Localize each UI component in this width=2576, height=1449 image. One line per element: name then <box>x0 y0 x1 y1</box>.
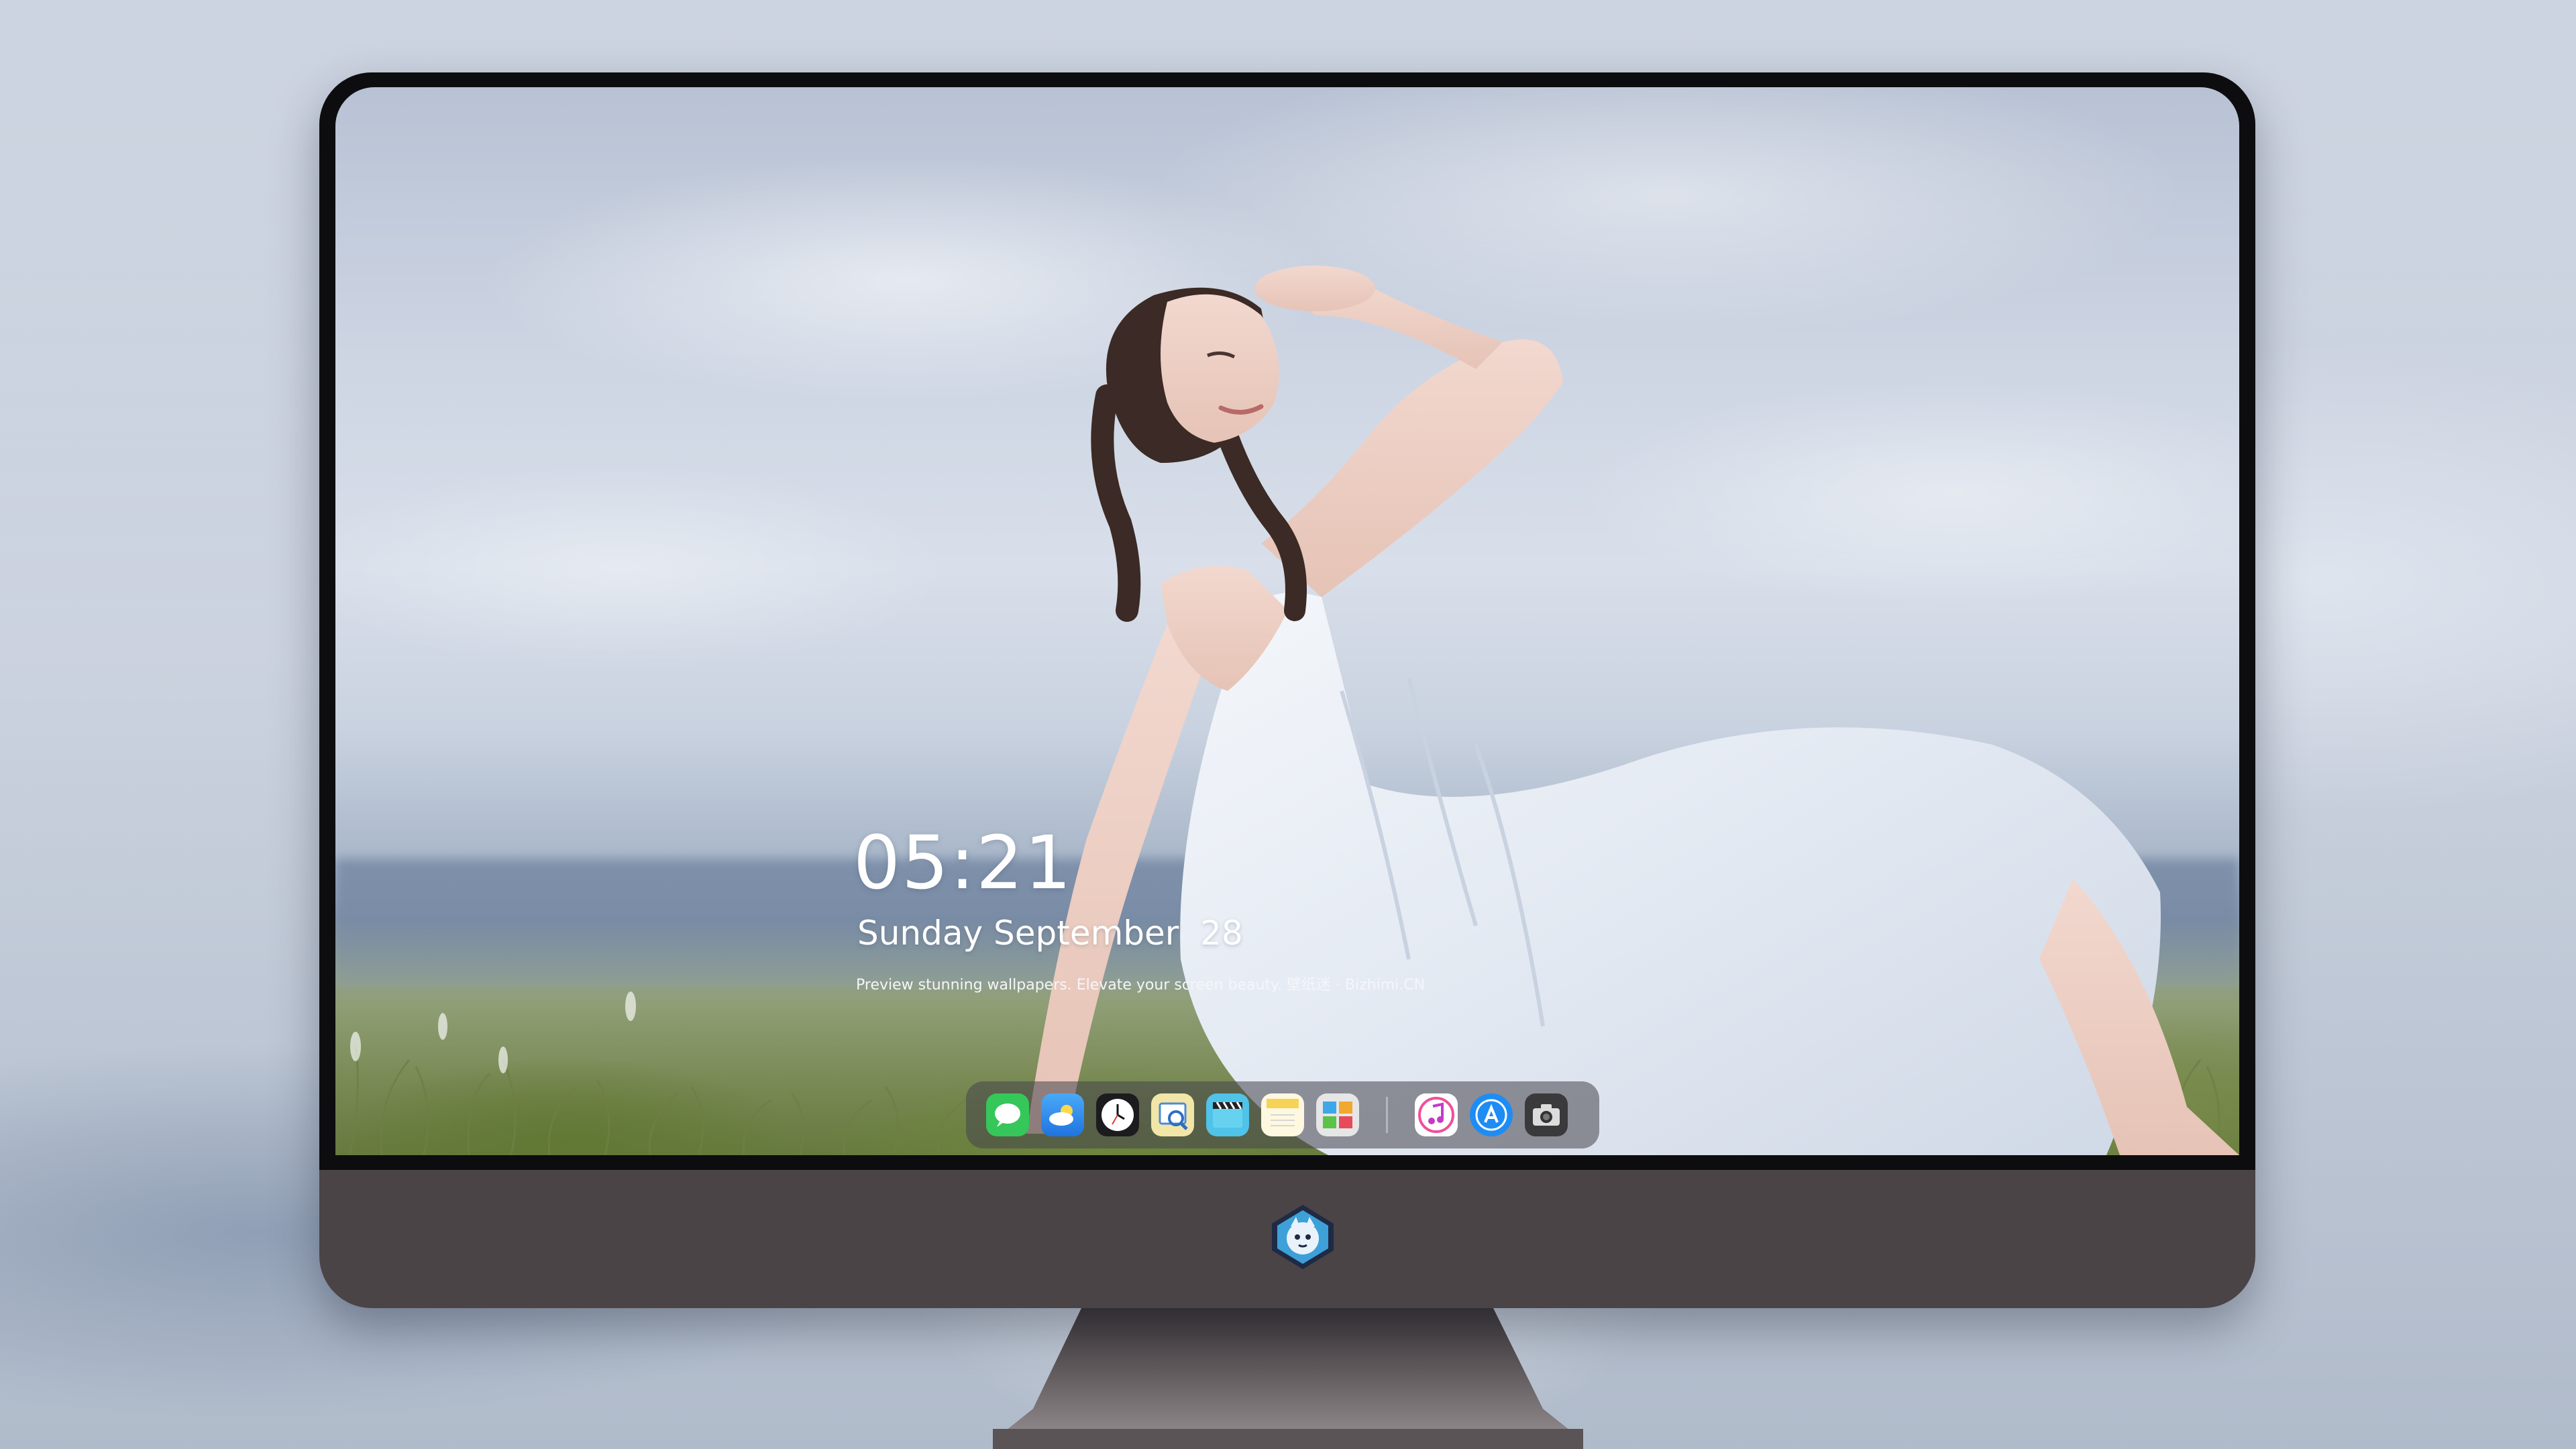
bizhimi-mascot-logo <box>1272 1205 1334 1269</box>
wallpaper-tagline: Preview stunning wallpapers. Elevate you… <box>856 977 1426 994</box>
weather-icon[interactable] <box>1041 1093 1084 1136</box>
dock <box>966 1081 1599 1148</box>
lock-screen: 05:21 Sunday September 28 Preview stunni… <box>335 87 2239 1155</box>
clips-icon[interactable] <box>1206 1093 1249 1136</box>
app-store-icon[interactable] <box>1470 1093 1513 1136</box>
camera-icon[interactable] <box>1525 1093 1568 1136</box>
dock-separator <box>1386 1097 1388 1133</box>
music-icon[interactable] <box>1415 1093 1458 1136</box>
clock-icon[interactable] <box>1096 1093 1139 1136</box>
monitor-bezel: 05:21 Sunday September 28 Preview stunni… <box>319 72 2255 1170</box>
lock-screen-time: 05:21 <box>853 820 1073 906</box>
notes-icon[interactable] <box>1261 1093 1304 1136</box>
messages-icon[interactable] <box>986 1093 1029 1136</box>
photos-app-icon[interactable] <box>1316 1093 1359 1136</box>
preview-icon[interactable] <box>1151 1093 1194 1136</box>
lock-screen-date: Sunday September 28 <box>857 914 1243 953</box>
wallpaper-figure <box>1026 266 2239 1155</box>
